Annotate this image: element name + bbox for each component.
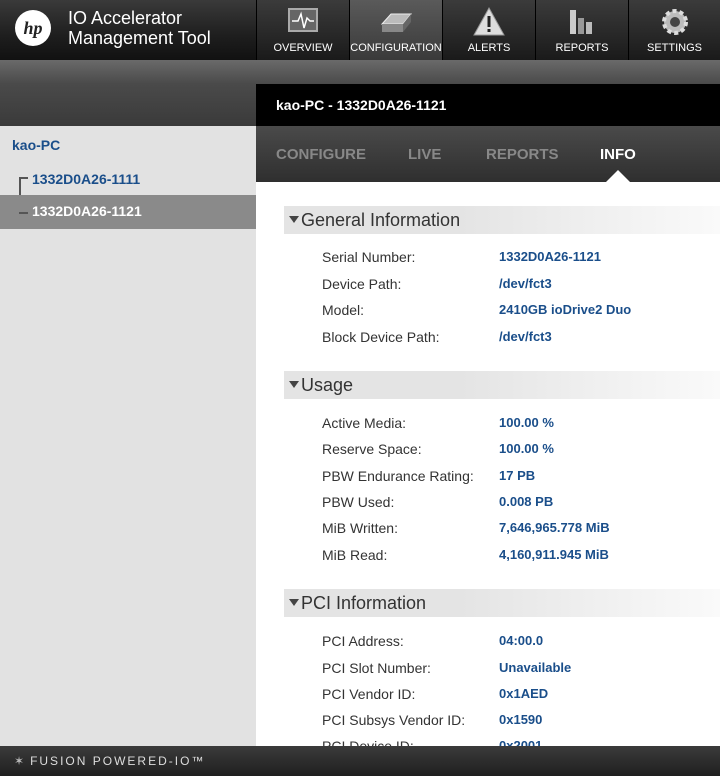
info-value: /dev/fct3 <box>499 329 552 344</box>
info-row: PCI Device ID: 0x2001 <box>322 738 702 746</box>
info-row: Active Media: 100.00 % <box>322 415 702 435</box>
nav-label: ALERTS <box>467 42 511 54</box>
device-tabs: CONFIGURE LIVE REPORTS INFO <box>256 126 720 182</box>
nav-tab-overview[interactable]: OVERVIEW <box>256 0 349 60</box>
info-value: 1332D0A26-1121 <box>499 249 601 264</box>
tree-item-device: 1332D0A26-1121 <box>32 203 142 219</box>
info-value: 17 PB <box>499 468 536 483</box>
info-row: PCI Address: 04:00.0 <box>322 633 702 653</box>
info-label: Block Device Path: <box>322 329 440 345</box>
app-title-line1: IO Accelerator <box>68 8 183 28</box>
tree-root-host[interactable]: kao-PC <box>12 137 60 153</box>
info-row: PCI Vendor ID: 0x1AED <box>322 686 702 706</box>
info-label: Model: <box>322 302 365 318</box>
section-title: PCI Information <box>301 593 427 613</box>
nav-label: REPORTS <box>555 42 609 54</box>
tab-info[interactable]: INFO <box>600 146 636 163</box>
section-usage-header[interactable]: Usage <box>284 371 720 399</box>
info-label: PBW Endurance Rating: <box>322 468 474 484</box>
info-row: Model: 2410GB ioDrive2 Duo <box>322 302 702 322</box>
info-value: 7,646,965.778 MiB <box>499 520 610 535</box>
info-label: PCI Address: <box>322 633 404 649</box>
tab-configure[interactable]: CONFIGURE <box>276 146 366 163</box>
warning-icon <box>473 6 505 36</box>
nav-label: OVERVIEW <box>273 42 333 54</box>
info-label: MiB Read: <box>322 547 388 563</box>
info-label: PCI Device ID: <box>322 738 414 746</box>
tree-connector <box>19 212 28 214</box>
nav-label: CONFIGURATION <box>350 42 442 54</box>
bar-chart-icon <box>570 10 592 34</box>
collapse-triangle-icon <box>289 381 299 388</box>
section-pci-header[interactable]: PCI Information <box>284 589 720 617</box>
info-value: 100.00 % <box>499 415 554 430</box>
info-label: Active Media: <box>322 415 407 431</box>
info-label: PCI Slot Number: <box>322 660 431 676</box>
device-tree: kao-PC 1332D0A26-1111 1332D0A26-1121 <box>0 126 256 746</box>
info-row: PCI Slot Number: Unavailable <box>322 660 702 680</box>
monitor-icon <box>288 8 318 32</box>
footer-brand: FUSION POWERED-IO™ <box>30 754 206 768</box>
section-title: Usage <box>301 375 354 395</box>
info-label: Device Path: <box>322 276 402 292</box>
drive-icon <box>380 13 413 32</box>
tree-item-selected[interactable]: 1332D0A26-1121 <box>0 195 256 229</box>
nav-tab-alerts[interactable]: ALERTS <box>442 0 535 60</box>
info-row: Device Path: /dev/fct3 <box>322 276 702 296</box>
info-value: /dev/fct3 <box>499 276 552 291</box>
section-general-header[interactable]: General Information <box>284 206 720 234</box>
app-title: IO Accelerator Management Tool <box>68 8 211 48</box>
info-row: PBW Used: 0.008 PB <box>322 494 702 514</box>
info-row: MiB Read: 4,160,911.945 MiB <box>322 547 702 567</box>
info-row: Reserve Space: 100.00 % <box>322 441 702 461</box>
info-label: Serial Number: <box>322 249 416 265</box>
active-tab-pointer <box>606 170 630 182</box>
toolbar-strip <box>0 60 720 84</box>
info-value: 0.008 PB <box>499 494 554 509</box>
info-row: MiB Written: 7,646,965.778 MiB <box>322 520 702 540</box>
info-value: 0x2001 <box>499 738 543 746</box>
tree-item-device[interactable]: 1332D0A26-1111 <box>32 171 140 187</box>
hp-logo: hp <box>15 10 51 46</box>
nav-label: SETTINGS <box>646 42 702 54</box>
info-value: 4,160,911.945 MiB <box>499 547 609 562</box>
tree-connector <box>19 177 28 179</box>
nav-tab-configuration[interactable]: CONFIGURATION <box>349 0 442 60</box>
info-value: 100.00 % <box>499 441 554 456</box>
section-title: General Information <box>301 210 461 230</box>
info-value: 0x1AED <box>499 686 549 701</box>
info-row: PCI Subsys Vendor ID: 0x1590 <box>322 712 702 732</box>
info-label: PCI Subsys Vendor ID: <box>322 712 466 728</box>
info-label: MiB Written: <box>322 520 398 536</box>
gear-icon <box>661 9 688 35</box>
sidebar-header <box>0 84 256 126</box>
info-value: Unavailable <box>499 660 572 675</box>
device-header: kao-PC - 1332D0A26-1121 <box>256 84 720 126</box>
info-row: PBW Endurance Rating: 17 PB <box>322 468 702 488</box>
tab-live[interactable]: LIVE <box>408 146 441 163</box>
collapse-triangle-icon <box>289 599 299 606</box>
info-row: Serial Number: 1332D0A26-1121 <box>322 249 702 269</box>
nav-tab-settings[interactable]: SETTINGS <box>628 0 720 60</box>
collapse-triangle-icon <box>289 216 299 223</box>
nav-tab-reports[interactable]: REPORTS <box>535 0 628 60</box>
info-value: 2410GB ioDrive2 Duo <box>499 302 632 317</box>
info-value: 04:00.0 <box>499 633 544 648</box>
tab-reports[interactable]: REPORTS <box>486 146 559 163</box>
info-panel: General Information Serial Number: 1332D0… <box>256 182 720 746</box>
info-label: PCI Vendor ID: <box>322 686 416 702</box>
app-title-line2: Management Tool <box>68 28 211 48</box>
info-label: PBW Used: <box>322 494 395 510</box>
info-row: Block Device Path: /dev/fct3 <box>322 329 702 349</box>
info-label: Reserve Space: <box>322 441 422 457</box>
app-header: hp IO Accelerator Management Tool OVERVI… <box>0 0 720 60</box>
fusion-logo: ✶ FUSION POWERED-IO™ <box>14 754 205 768</box>
fusion-spark-icon: ✶ <box>14 754 27 768</box>
app-footer: ✶ FUSION POWERED-IO™ <box>0 746 720 776</box>
info-value: 0x1590 <box>499 712 543 727</box>
